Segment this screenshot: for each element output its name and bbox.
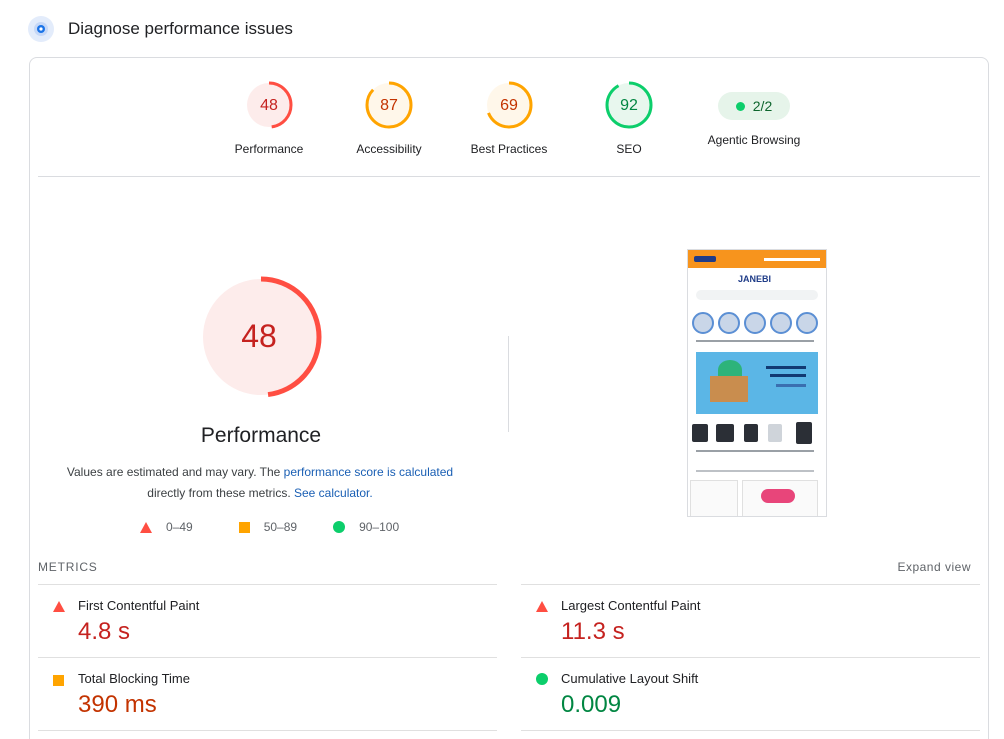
divider <box>38 584 497 585</box>
gauge-accessibility[interactable]: 87 Accessibility <box>334 80 444 156</box>
divider <box>38 176 980 177</box>
circle-icon <box>536 673 548 685</box>
legend-label: 50–89 <box>263 520 298 534</box>
gauge-score-text: 92 <box>620 97 638 114</box>
metric-value: 4.8 s <box>78 618 131 645</box>
score-gauges: 48 Performance 87 Accessibility 69 Best … <box>30 80 988 170</box>
shot-brand: JANEBI <box>738 274 772 284</box>
performance-score-link[interactable]: performance score is calculated <box>284 465 453 479</box>
gauge-best-practices[interactable]: 69 Best Practices <box>454 80 564 156</box>
triangle-icon <box>53 601 65 612</box>
desc-text: directly from these metrics. <box>147 486 291 500</box>
divider <box>521 730 980 731</box>
score-description: Values are estimated and may vary. The p… <box>60 462 460 504</box>
square-icon <box>238 521 250 533</box>
performance-main-gauge: 48 <box>200 276 322 398</box>
metric-name: First Contentful Paint <box>78 598 200 613</box>
gauge-ring: 87 <box>365 81 413 129</box>
triangle-icon <box>140 521 152 533</box>
metric-value: 390 ms <box>78 691 157 718</box>
report-card: 48 Performance 87 Accessibility 69 Best … <box>29 57 989 739</box>
agentic-badge: 2/2 <box>718 92 790 120</box>
legend-average: 50–89 <box>238 520 298 534</box>
legend-fail: 0–49 <box>140 520 193 534</box>
divider <box>38 657 497 658</box>
gauge-score-text: 87 <box>380 97 398 114</box>
page-title: Diagnose performance issues <box>68 19 293 38</box>
triangle-icon <box>536 601 548 612</box>
shot-search <box>696 290 818 300</box>
gauge-score-text: 48 <box>260 97 278 114</box>
shot-banner <box>688 250 826 268</box>
metrics-heading: METRICS <box>38 560 98 574</box>
gauge-performance[interactable]: 48 Performance <box>214 80 324 156</box>
metric-value: 11.3 s <box>561 618 625 645</box>
shot-promo <box>696 352 818 414</box>
gauge-ring: 69 <box>485 81 533 129</box>
gauge-agentic-browsing[interactable]: 2/2 Agentic Browsing <box>694 80 814 147</box>
see-calculator-link[interactable]: See calculator. <box>294 486 373 500</box>
final-screenshot[interactable]: JANEBI <box>687 249 827 517</box>
desc-text: Values are estimated and may vary. The <box>66 465 284 479</box>
main-gauge-title: Performance <box>200 424 322 447</box>
gauge-label: Best Practices <box>470 142 548 156</box>
vertical-divider <box>508 336 509 432</box>
divider <box>38 730 497 731</box>
gauge-ring: 48 <box>245 81 293 129</box>
gauge-score-text: 69 <box>500 97 518 114</box>
divider <box>521 584 980 585</box>
gauge-label: Accessibility <box>356 142 422 156</box>
expand-view-toggle[interactable]: Expand view <box>897 560 971 574</box>
gauge-label: Performance <box>234 142 304 156</box>
main-score-text: 48 <box>241 318 277 354</box>
pass-dot-icon <box>735 101 745 111</box>
gauge-label: Agentic Browsing <box>707 133 801 147</box>
legend-label: 0–49 <box>166 520 193 534</box>
legend-label: 90–100 <box>359 520 400 534</box>
speedometer-icon <box>28 16 54 42</box>
metric-name: Cumulative Layout Shift <box>561 671 699 686</box>
score-legend: 0–49 50–89 90–100 <box>140 520 435 534</box>
square-icon <box>53 675 64 686</box>
section-header: Diagnose performance issues <box>28 14 293 44</box>
gauge-seo[interactable]: 92 SEO <box>574 80 684 156</box>
circle-icon <box>333 521 346 533</box>
divider <box>521 657 980 658</box>
metric-value: 0.009 <box>561 691 622 718</box>
metric-name: Largest Contentful Paint <box>561 598 701 613</box>
metric-name: Total Blocking Time <box>78 671 190 686</box>
gauge-ring: 92 <box>605 81 653 129</box>
legend-pass: 90–100 <box>333 520 399 534</box>
gauge-label: SEO <box>616 142 642 156</box>
agentic-value: 2/2 <box>752 98 773 114</box>
